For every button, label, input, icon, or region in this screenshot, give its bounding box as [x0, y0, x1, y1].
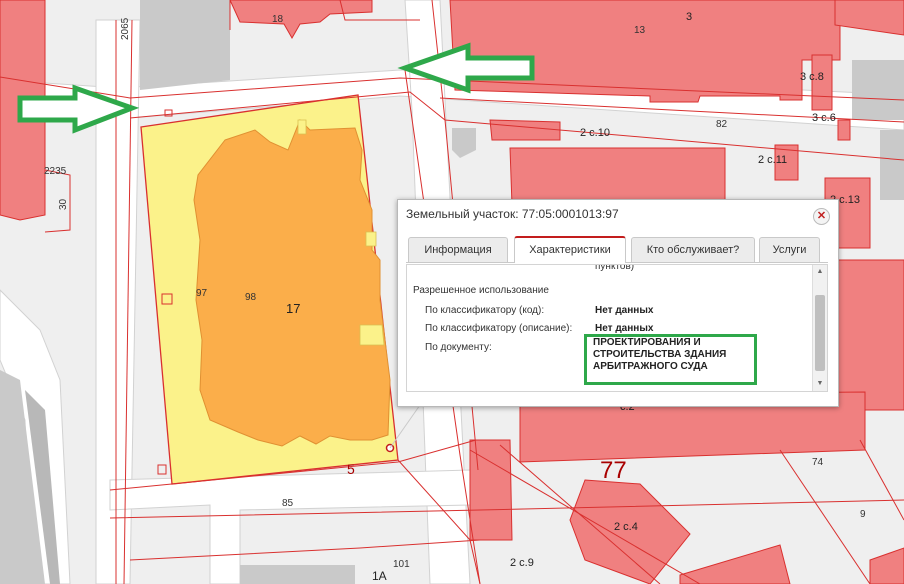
row-value-document: ПРОЕКТИРОВАНИЯ И СТРОИТЕЛЬСТВА ЗДАНИЯ АР… — [593, 337, 727, 372]
row-value-description: Нет данных — [595, 323, 654, 334]
label-2c4: 2 с.4 — [614, 521, 638, 533]
tab-who-serves[interactable]: Кто обслуживает? — [631, 237, 755, 262]
building-right-mid — [834, 259, 904, 411]
label-85: 85 — [282, 498, 294, 509]
label-82: 82 — [716, 119, 728, 130]
label-3c6: 3 с.6 — [812, 112, 836, 124]
scroll-thumb[interactable] — [815, 295, 825, 371]
label-5: 5 — [347, 461, 355, 477]
tab-information[interactable]: Информация — [408, 237, 508, 262]
parcel-info-popup: Земельный участок: 77:05:0001013:97 ✕ Ин… — [397, 199, 839, 407]
label-17: 17 — [286, 301, 300, 316]
building-13 — [449, 0, 841, 103]
popup-tabs: Информация Характеристики Кто обслуживае… — [406, 236, 828, 263]
row-label-description: По классификатору (описание): — [425, 323, 573, 334]
row-label-document: По документу: — [425, 342, 492, 353]
label-97: 97 — [196, 288, 208, 299]
section-heading: Разрешенное использование — [413, 285, 549, 296]
popup-content[interactable]: пунктов) Разрешенное использование По кл… — [406, 264, 828, 392]
label-77: 77 — [600, 457, 627, 484]
popup-title: Земельный участок: 77:05:0001013:97 — [406, 207, 619, 221]
label-2065: 2065 — [120, 17, 131, 40]
tab-services[interactable]: Услуги — [759, 237, 820, 262]
close-icon[interactable]: ✕ — [813, 208, 830, 225]
scroll-down-icon[interactable]: ▼ — [814, 378, 826, 390]
building-footprint-17 — [193, 119, 391, 447]
label-18: 18 — [272, 14, 284, 25]
building-2c10 — [509, 147, 726, 206]
label-2235: 2235 — [44, 166, 67, 177]
label-2c11: 2 с.11 — [758, 154, 787, 166]
label-98: 98 — [245, 292, 257, 303]
row-label-code: По классификатору (код): — [425, 305, 545, 316]
scrollbar[interactable]: ▲ ▼ — [812, 265, 827, 391]
label-2c9: 2 с.9 — [510, 557, 534, 569]
label-30: 30 — [58, 198, 69, 210]
label-3c8: 3 с.8 — [800, 71, 824, 83]
building-small — [489, 119, 561, 141]
label-74: 74 — [812, 457, 824, 468]
row-value-code: Нет данных — [595, 305, 654, 316]
label-3: 3 — [686, 11, 692, 23]
scroll-up-icon[interactable]: ▲ — [814, 266, 826, 278]
label-13: 13 — [634, 25, 646, 36]
truncated-text: пунктов) — [595, 264, 635, 272]
label-1a: 1А — [372, 569, 387, 583]
label-2c10: 2 с.10 — [580, 127, 610, 139]
label-9: 9 — [860, 509, 866, 520]
tab-characteristics[interactable]: Характеристики — [514, 236, 626, 263]
label-101: 101 — [393, 559, 410, 570]
